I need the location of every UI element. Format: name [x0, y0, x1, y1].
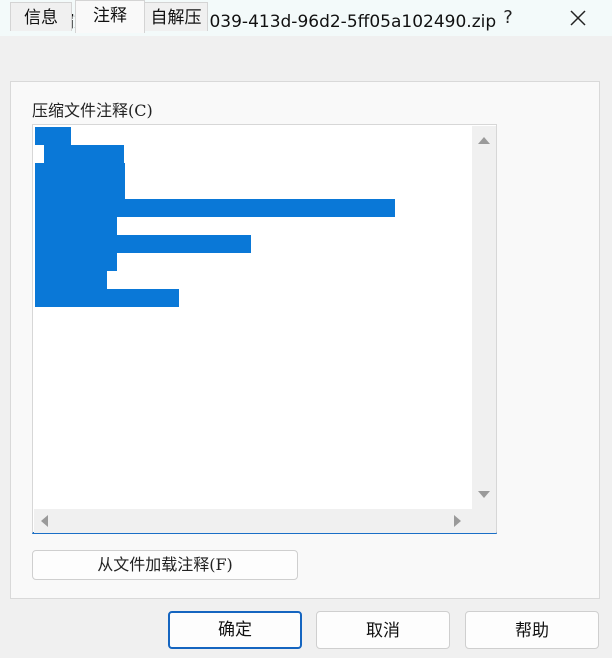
- comment-textarea[interactable]: [32, 124, 497, 534]
- selected-text: [35, 289, 179, 307]
- selected-text: [35, 127, 71, 145]
- help-button[interactable]: 帮助: [465, 611, 599, 649]
- scroll-up-icon[interactable]: [478, 137, 490, 144]
- selected-text: [35, 217, 117, 235]
- selected-text: [44, 145, 124, 163]
- selected-text: [35, 163, 125, 199]
- comment-label: 压缩文件注释(C): [32, 101, 153, 120]
- scroll-down-icon[interactable]: [478, 491, 490, 498]
- selected-text: [35, 253, 117, 271]
- horizontal-scrollbar[interactable]: [34, 509, 472, 533]
- load-comment-from-file-button[interactable]: 从文件加载注释(F): [32, 550, 298, 580]
- vertical-scrollbar[interactable]: [472, 126, 496, 509]
- selected-text: [35, 199, 395, 217]
- close-icon: [570, 10, 586, 26]
- tab-sfx[interactable]: 自解压: [144, 2, 208, 31]
- ok-button[interactable]: 确定: [168, 611, 302, 649]
- help-title-button[interactable]: ?: [490, 4, 526, 32]
- tab-info[interactable]: 信息: [10, 2, 72, 31]
- scroll-left-icon[interactable]: [41, 515, 48, 527]
- cancel-button[interactable]: 取消: [316, 611, 450, 649]
- scroll-right-icon[interactable]: [454, 515, 461, 527]
- tab-comment[interactable]: 注释: [75, 0, 145, 33]
- selected-text: [35, 235, 251, 253]
- scroll-corner: [472, 509, 496, 533]
- selected-text: [35, 271, 107, 289]
- close-button[interactable]: [560, 4, 596, 32]
